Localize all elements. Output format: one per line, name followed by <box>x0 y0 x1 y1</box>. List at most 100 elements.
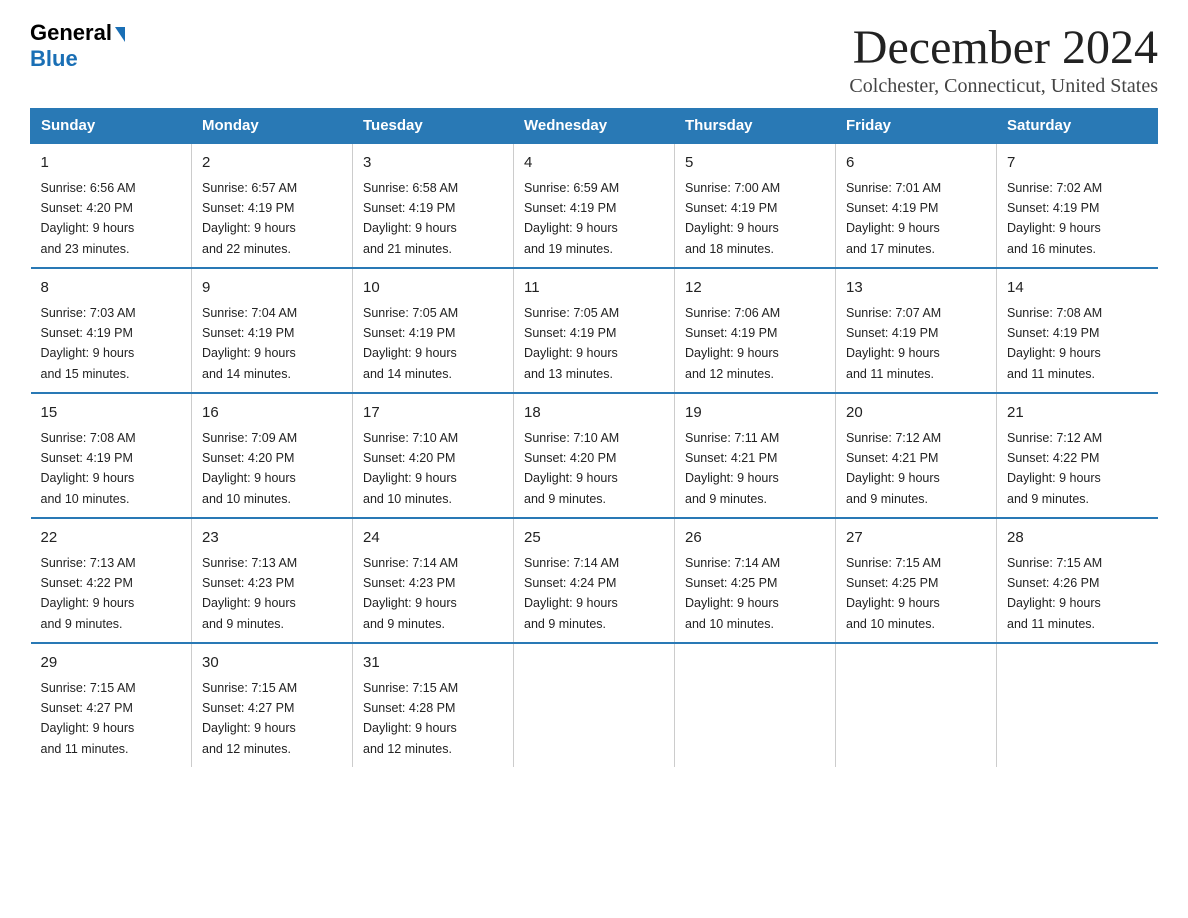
day-number: 27 <box>846 527 986 550</box>
day-number: 11 <box>524 277 664 300</box>
day-number: 30 <box>202 652 342 675</box>
day-info: Sunrise: 7:12 AMSunset: 4:22 PMDaylight:… <box>1007 431 1102 506</box>
day-number: 10 <box>363 277 503 300</box>
day-number: 31 <box>363 652 503 675</box>
page-header: General Blue December 2024 Colchester, C… <box>30 20 1158 98</box>
day-number: 16 <box>202 402 342 425</box>
day-number: 13 <box>846 277 986 300</box>
weekday-header-friday: Friday <box>836 109 997 144</box>
month-title: December 2024 <box>849 20 1158 75</box>
weekday-header-saturday: Saturday <box>997 109 1158 144</box>
day-number: 21 <box>1007 402 1148 425</box>
week-row-1: 1 Sunrise: 6:56 AMSunset: 4:20 PMDaylight… <box>31 143 1158 268</box>
day-info: Sunrise: 7:10 AMSunset: 4:20 PMDaylight:… <box>363 431 458 506</box>
day-info: Sunrise: 7:15 AMSunset: 4:27 PMDaylight:… <box>41 681 136 756</box>
day-info: Sunrise: 7:13 AMSunset: 4:23 PMDaylight:… <box>202 556 297 631</box>
day-info: Sunrise: 7:14 AMSunset: 4:23 PMDaylight:… <box>363 556 458 631</box>
day-info: Sunrise: 7:14 AMSunset: 4:25 PMDaylight:… <box>685 556 780 631</box>
day-info: Sunrise: 7:11 AMSunset: 4:21 PMDaylight:… <box>685 431 779 506</box>
day-info: Sunrise: 7:06 AMSunset: 4:19 PMDaylight:… <box>685 306 780 381</box>
weekday-header-wednesday: Wednesday <box>514 109 675 144</box>
day-cell: 19 Sunrise: 7:11 AMSunset: 4:21 PMDayligh… <box>675 393 836 518</box>
day-cell <box>997 643 1158 767</box>
day-info: Sunrise: 7:02 AMSunset: 4:19 PMDaylight:… <box>1007 181 1102 256</box>
day-cell: 15 Sunrise: 7:08 AMSunset: 4:19 PMDayligh… <box>31 393 192 518</box>
day-number: 24 <box>363 527 503 550</box>
logo-general-text: General <box>30 20 112 46</box>
day-number: 23 <box>202 527 342 550</box>
day-cell: 25Sunrise: 7:14 AMSunset: 4:24 PMDayligh… <box>514 518 675 643</box>
weekday-header-monday: Monday <box>192 109 353 144</box>
day-info: Sunrise: 7:08 AMSunset: 4:19 PMDaylight:… <box>1007 306 1102 381</box>
day-info: Sunrise: 6:58 AMSunset: 4:19 PMDaylight:… <box>363 181 458 256</box>
day-number: 28 <box>1007 527 1148 550</box>
day-info: Sunrise: 7:15 AMSunset: 4:26 PMDaylight:… <box>1007 556 1102 631</box>
logo: General Blue <box>30 20 125 72</box>
day-cell <box>514 643 675 767</box>
day-info: Sunrise: 7:07 AMSunset: 4:19 PMDaylight:… <box>846 306 941 381</box>
day-info: Sunrise: 7:13 AMSunset: 4:22 PMDaylight:… <box>41 556 136 631</box>
day-info: Sunrise: 7:10 AMSunset: 4:20 PMDaylight:… <box>524 431 619 506</box>
day-cell: 31 Sunrise: 7:15 AMSunset: 4:28 PMDayligh… <box>353 643 514 767</box>
day-cell: 18 Sunrise: 7:10 AMSunset: 4:20 PMDayligh… <box>514 393 675 518</box>
day-cell: 27 Sunrise: 7:15 AMSunset: 4:25 PMDayligh… <box>836 518 997 643</box>
day-info: Sunrise: 7:15 AMSunset: 4:25 PMDaylight:… <box>846 556 941 631</box>
week-row-5: 29Sunrise: 7:15 AMSunset: 4:27 PMDayligh… <box>31 643 1158 767</box>
day-cell: 23 Sunrise: 7:13 AMSunset: 4:23 PMDayligh… <box>192 518 353 643</box>
day-number: 12 <box>685 277 825 300</box>
day-cell: 21 Sunrise: 7:12 AMSunset: 4:22 PMDayligh… <box>997 393 1158 518</box>
week-row-4: 22 Sunrise: 7:13 AMSunset: 4:22 PMDayligh… <box>31 518 1158 643</box>
weekday-header-tuesday: Tuesday <box>353 109 514 144</box>
day-cell: 7Sunrise: 7:02 AMSunset: 4:19 PMDaylight… <box>997 143 1158 268</box>
day-info: Sunrise: 7:00 AMSunset: 4:19 PMDaylight:… <box>685 181 780 256</box>
day-info: Sunrise: 7:12 AMSunset: 4:21 PMDaylight:… <box>846 431 941 506</box>
day-info: Sunrise: 6:59 AMSunset: 4:19 PMDaylight:… <box>524 181 619 256</box>
day-info: Sunrise: 6:56 AMSunset: 4:20 PMDaylight:… <box>41 181 136 256</box>
day-info: Sunrise: 7:08 AMSunset: 4:19 PMDaylight:… <box>41 431 136 506</box>
day-number: 1 <box>41 152 182 175</box>
day-info: Sunrise: 7:04 AMSunset: 4:19 PMDaylight:… <box>202 306 297 381</box>
day-cell: 3 Sunrise: 6:58 AMSunset: 4:19 PMDaylight… <box>353 143 514 268</box>
day-cell: 29Sunrise: 7:15 AMSunset: 4:27 PMDayligh… <box>31 643 192 767</box>
day-cell: 30 Sunrise: 7:15 AMSunset: 4:27 PMDayligh… <box>192 643 353 767</box>
day-info: Sunrise: 7:03 AMSunset: 4:19 PMDaylight:… <box>41 306 136 381</box>
day-number: 5 <box>685 152 825 175</box>
weekday-header-thursday: Thursday <box>675 109 836 144</box>
day-cell: 14Sunrise: 7:08 AMSunset: 4:19 PMDayligh… <box>997 268 1158 393</box>
day-cell: 26Sunrise: 7:14 AMSunset: 4:25 PMDayligh… <box>675 518 836 643</box>
day-cell: 4 Sunrise: 6:59 AMSunset: 4:19 PMDaylight… <box>514 143 675 268</box>
day-number: 2 <box>202 152 342 175</box>
day-cell: 9 Sunrise: 7:04 AMSunset: 4:19 PMDaylight… <box>192 268 353 393</box>
day-info: Sunrise: 7:01 AMSunset: 4:19 PMDaylight:… <box>846 181 941 256</box>
day-cell: 22 Sunrise: 7:13 AMSunset: 4:22 PMDayligh… <box>31 518 192 643</box>
day-cell: 12 Sunrise: 7:06 AMSunset: 4:19 PMDayligh… <box>675 268 836 393</box>
week-row-3: 15 Sunrise: 7:08 AMSunset: 4:19 PMDayligh… <box>31 393 1158 518</box>
calendar-table: SundayMondayTuesdayWednesdayThursdayFrid… <box>30 108 1158 767</box>
day-info: Sunrise: 7:15 AMSunset: 4:27 PMDaylight:… <box>202 681 297 756</box>
day-cell: 13 Sunrise: 7:07 AMSunset: 4:19 PMDayligh… <box>836 268 997 393</box>
day-cell: 2Sunrise: 6:57 AMSunset: 4:19 PMDaylight… <box>192 143 353 268</box>
day-number: 6 <box>846 152 986 175</box>
title-block: December 2024 Colchester, Connecticut, U… <box>849 20 1158 98</box>
day-number: 15 <box>41 402 182 425</box>
day-number: 18 <box>524 402 664 425</box>
day-info: Sunrise: 7:09 AMSunset: 4:20 PMDaylight:… <box>202 431 297 506</box>
day-number: 25 <box>524 527 664 550</box>
location-subtitle: Colchester, Connecticut, United States <box>849 75 1158 98</box>
day-number: 22 <box>41 527 182 550</box>
day-cell <box>836 643 997 767</box>
day-cell: 24 Sunrise: 7:14 AMSunset: 4:23 PMDayligh… <box>353 518 514 643</box>
weekday-header-sunday: Sunday <box>31 109 192 144</box>
day-number: 17 <box>363 402 503 425</box>
day-number: 19 <box>685 402 825 425</box>
day-number: 3 <box>363 152 503 175</box>
logo-triangle-icon <box>115 27 125 42</box>
logo-blue-text: Blue <box>30 46 78 71</box>
day-number: 4 <box>524 152 664 175</box>
day-cell: 17 Sunrise: 7:10 AMSunset: 4:20 PMDayligh… <box>353 393 514 518</box>
day-number: 9 <box>202 277 342 300</box>
day-info: Sunrise: 7:15 AMSunset: 4:28 PMDaylight:… <box>363 681 458 756</box>
day-number: 20 <box>846 402 986 425</box>
day-number: 8 <box>41 277 182 300</box>
week-row-2: 8 Sunrise: 7:03 AMSunset: 4:19 PMDaylight… <box>31 268 1158 393</box>
